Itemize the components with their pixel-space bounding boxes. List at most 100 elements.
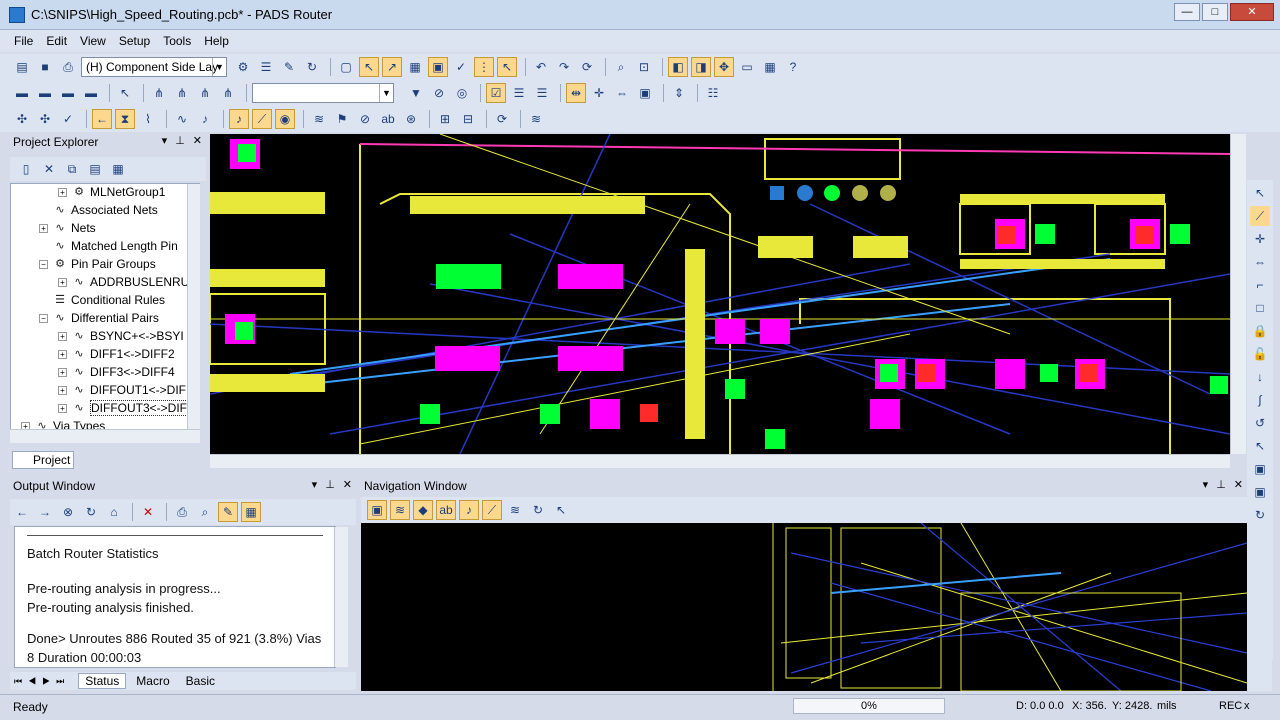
list2-icon[interactable]: ☰ [532, 83, 552, 103]
menu-setup[interactable]: Setup [119, 34, 150, 48]
grid2-icon[interactable]: ▦ [760, 57, 780, 77]
via-icon[interactable]: ◉ [275, 109, 295, 129]
note-icon[interactable]: ♪ [195, 109, 215, 129]
undo-icon[interactable]: ↶ [531, 57, 551, 77]
reload-icon[interactable]: ⟳ [577, 57, 597, 77]
collapse-icon[interactable]: − [39, 259, 48, 269]
copy-icon[interactable]: ⧉ [62, 159, 82, 179]
nav-tool2-icon[interactable]: ≋ [390, 500, 410, 520]
square-icon[interactable]: □ [1250, 298, 1270, 318]
layer-combo[interactable]: (H) Component Side Lay ▼ [81, 57, 227, 77]
expand-icon[interactable]: + [58, 277, 67, 287]
expand-icon[interactable]: + [58, 331, 67, 341]
node2-icon[interactable]: ⊟ [458, 109, 478, 129]
hourglass-icon[interactable]: ⧗ [115, 109, 135, 129]
spread-icon[interactable]: ⇹ [566, 83, 586, 103]
tune-icon[interactable]: ∫ [1250, 390, 1270, 410]
checklist-icon[interactable]: ☑ [486, 83, 506, 103]
stop-icon[interactable]: ⊗ [58, 502, 78, 522]
pcb-canvas[interactable] [210, 134, 1230, 454]
tree-item[interactable]: + ∿ Nets [39, 219, 96, 237]
menu-help[interactable]: Help [204, 34, 229, 48]
close-button[interactable]: ✕ [1230, 3, 1274, 21]
tree-item[interactable]: + ⚙ MLNetGroup1 [58, 184, 165, 201]
corner-icon[interactable]: ⌐ [1250, 275, 1270, 295]
stack-icon[interactable]: ≋ [526, 109, 546, 129]
back-icon[interactable]: ← [12, 502, 32, 522]
fanout2-icon[interactable]: ⋔ [172, 83, 192, 103]
maximize-button[interactable]: □ [1202, 3, 1228, 21]
cycle-icon[interactable]: ⟳ [492, 109, 512, 129]
tree-vertical-scrollbar[interactable] [187, 184, 200, 429]
menu-view[interactable]: View [80, 34, 106, 48]
text-icon[interactable]: ab [378, 109, 398, 129]
output-vertical-scrollbar[interactable] [334, 527, 348, 667]
tree-item[interactable]: ☰ Conditional Rules [39, 291, 165, 309]
expand-icon[interactable]: + [58, 349, 67, 359]
fanout4-icon[interactable]: ⋔ [218, 83, 238, 103]
edit-icon[interactable]: ✎ [218, 502, 238, 522]
lock-icon[interactable]: 🔒 [1250, 321, 1270, 341]
clear-icon[interactable]: ✕ [138, 502, 158, 522]
select-icon[interactable]: ↖ [359, 57, 379, 77]
nav-route-icon[interactable]: ♪ [459, 500, 479, 520]
help-icon[interactable]: ? [783, 57, 803, 77]
expand-icon[interactable]: + [58, 403, 67, 413]
chevron-down-icon[interactable]: ▾ [1203, 478, 1209, 491]
tree-item[interactable]: − ∿ Differential Pairs [39, 309, 159, 327]
tab-project[interactable]: Project [12, 451, 74, 469]
layer-down-icon[interactable]: ▬ [12, 83, 32, 103]
cursor-icon[interactable]: ↖ [497, 57, 517, 77]
node-icon[interactable]: ⊞ [435, 109, 455, 129]
list-icon[interactable]: ☰ [256, 57, 276, 77]
zoom-window-icon[interactable]: ⊡ [634, 57, 654, 77]
nav-tool3-icon[interactable]: ◆ [413, 500, 433, 520]
forward-icon[interactable]: → [35, 502, 55, 522]
expand-icon[interactable]: + [58, 385, 67, 395]
find-icon[interactable]: ⌕ [195, 502, 215, 522]
pointer2-icon[interactable]: ↖ [1250, 436, 1270, 456]
tree-item[interactable]: + ∿ DIFFOUT1<->DIF [58, 381, 186, 399]
tree-item[interactable]: + ∿ ADDRBUSLENRU [58, 273, 189, 291]
canvas-horizontal-scrollbar[interactable] [210, 454, 1230, 468]
route-icon[interactable]: ⟋ [1250, 206, 1270, 226]
no-icon[interactable]: ⊘ [355, 109, 375, 129]
select-icon[interactable]: ↖ [1250, 183, 1270, 203]
tree-item[interactable]: ∿ Associated Nets [39, 201, 157, 219]
fanout3-icon[interactable]: ⋔ [195, 83, 215, 103]
tree-item[interactable]: − ⚙ Pin Pair Groups [39, 255, 156, 273]
layer-down3-icon[interactable]: ▬ [58, 83, 78, 103]
move-icon[interactable]: ✛ [589, 83, 609, 103]
diagonal-icon[interactable]: ⟋ [252, 109, 272, 129]
pan-icon[interactable]: ✥ [714, 57, 734, 77]
nav-refresh-icon[interactable]: ↻ [528, 500, 548, 520]
save-icon[interactable]: ■ [35, 57, 55, 77]
board-icon[interactable]: ▭ [737, 57, 757, 77]
move-icon[interactable]: ✛ [1250, 229, 1270, 249]
left-arrow-icon[interactable]: ← [92, 109, 112, 129]
filter-combo[interactable]: ▼ [252, 83, 394, 103]
menu-file[interactable]: File [14, 34, 33, 48]
blank-icon[interactable]: ▢ [336, 57, 356, 77]
stretch-icon[interactable]: ⇔ [1250, 252, 1270, 272]
navigation-canvas[interactable] [361, 523, 1247, 691]
tab-basic[interactable]: Basic [180, 674, 221, 688]
tool1-icon[interactable]: ✣ [12, 109, 32, 129]
tree-item[interactable]: + ∿ DIFF1<->DIFF2 [58, 345, 175, 363]
tool3-icon[interactable]: ✓ [58, 109, 78, 129]
grid-icon[interactable]: ▦ [241, 502, 261, 522]
down-icon[interactable]: ↓ [1250, 367, 1270, 387]
chip-icon[interactable]: ▣ [635, 83, 655, 103]
autoroute-icon[interactable]: ⋮ [474, 57, 494, 77]
chevron-down-icon[interactable]: ▾ [312, 478, 318, 491]
pin-icon[interactable]: ⊥ [325, 478, 335, 491]
layer-down2-icon[interactable]: ▬ [35, 83, 55, 103]
tree-horizontal-scrollbar[interactable] [10, 429, 200, 443]
paste-icon[interactable]: ▤ [85, 159, 105, 179]
tab-status[interactable]: Status [78, 673, 127, 689]
view2-icon[interactable]: ◨ [691, 57, 711, 77]
loop-icon[interactable]: ↺ [1250, 413, 1270, 433]
print-icon[interactable]: ⎙ [58, 57, 78, 77]
nav-tool1-icon[interactable]: ▣ [367, 500, 387, 520]
layer-down4-icon[interactable]: ▬ [81, 83, 101, 103]
